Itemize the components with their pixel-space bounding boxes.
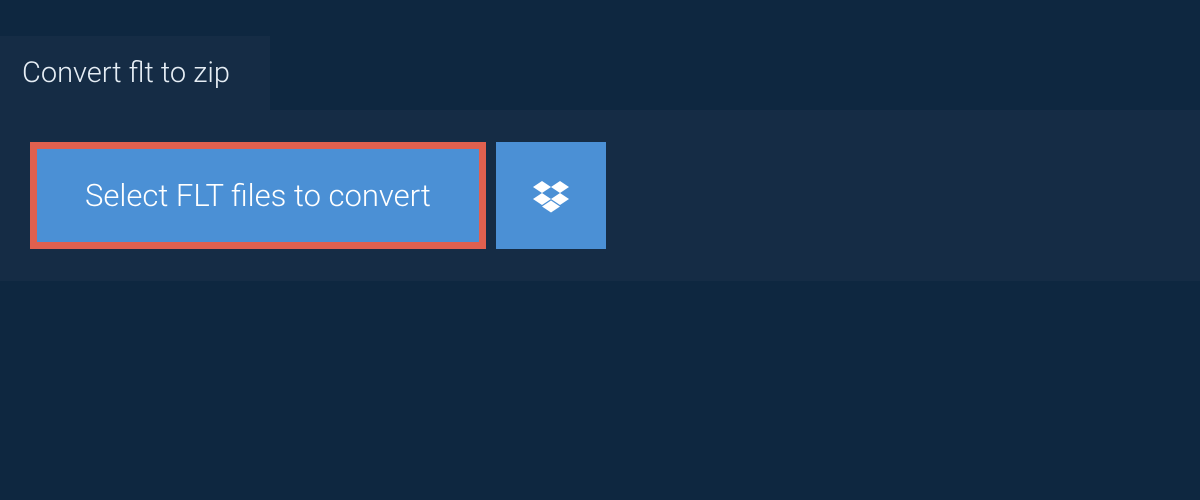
- tab-label: Convert flt to zip: [22, 56, 230, 90]
- dropbox-button[interactable]: [496, 142, 606, 249]
- button-row: Select FLT files to convert: [30, 142, 1170, 249]
- select-files-button[interactable]: Select FLT files to convert: [30, 142, 486, 249]
- tab-convert[interactable]: Convert flt to zip: [0, 36, 270, 110]
- conversion-panel: Select FLT files to convert: [0, 110, 1200, 281]
- select-files-label: Select FLT files to convert: [85, 177, 431, 214]
- dropbox-icon: [533, 178, 569, 214]
